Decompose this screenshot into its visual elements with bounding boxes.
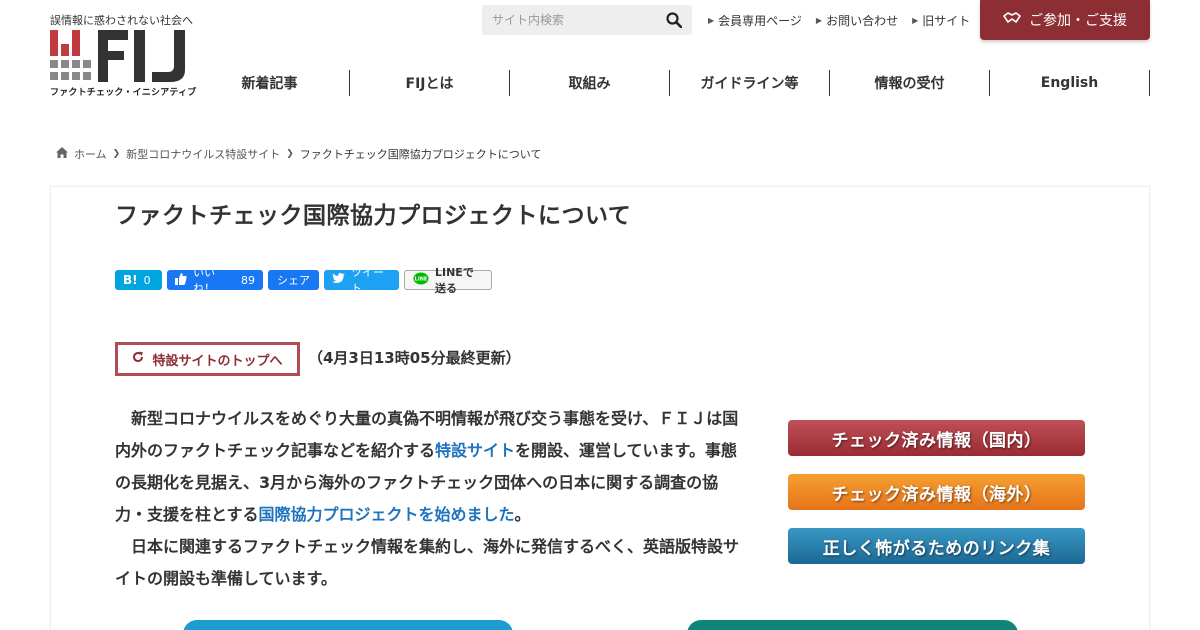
domestic-checked-info-button[interactable]: チェック済み情報（国内） <box>788 420 1085 456</box>
nav-item-about[interactable]: FIJとは <box>350 70 510 96</box>
nav-item-activities[interactable]: 取組み <box>510 70 670 96</box>
link-collection-button[interactable]: 正しく怖がるためのリンク集 <box>788 528 1085 564</box>
page-title: ファクトチェック国際協力プロジェクトについて <box>115 203 632 229</box>
share-buttons: B! 0 いいね！ 89 シェア ツイート LINE LINEで送る <box>115 266 492 295</box>
special-site-link[interactable]: 特設サイト <box>435 441 515 460</box>
search-input[interactable] <box>482 5 657 35</box>
svg-text:LINE: LINE <box>415 276 428 282</box>
join-support-button[interactable]: ご参加・ご支援 <box>980 0 1150 40</box>
tweet-button[interactable]: ツイート <box>324 266 399 295</box>
hatena-bookmark-button[interactable]: B! 0 <box>115 270 162 290</box>
bottom-blue-button[interactable] <box>183 620 513 630</box>
international-project-link[interactable]: 国際協力プロジェクトを始めました <box>259 505 515 524</box>
line-share-button[interactable]: LINE LINEで送る <box>404 266 492 295</box>
nav-item-english[interactable]: English <box>990 70 1150 96</box>
breadcrumb-home[interactable]: ホーム <box>74 146 107 162</box>
chevron-right-icon: ▶ <box>815 16 823 25</box>
chevron-right-icon: ❯ <box>286 149 294 159</box>
article-body: 新型コロナウイルスをめぐり大量の真偽不明情報が飛び交う事態を受け、ＦＩＪは国内外… <box>115 403 745 595</box>
nav-item-news[interactable]: 新着記事 <box>190 70 350 96</box>
chevron-right-icon: ❯ <box>112 149 121 159</box>
contact-link[interactable]: ▶ お問い合わせ <box>816 12 898 29</box>
chevron-right-icon: ▶ <box>708 16 715 25</box>
nav-item-guidelines[interactable]: ガイドライン等 <box>670 70 830 96</box>
site-search <box>482 5 692 35</box>
line-icon: LINE <box>413 272 429 289</box>
breadcrumb-parent[interactable]: 新型コロナウイルス特設サイト <box>126 146 280 162</box>
thumbs-up-icon <box>175 272 187 288</box>
facebook-like-button[interactable]: いいね！ 89 <box>167 266 263 295</box>
overseas-checked-info-button[interactable]: チェック済み情報（海外） <box>788 474 1085 510</box>
search-icon[interactable] <box>666 12 683 29</box>
bottom-teal-button[interactable] <box>687 620 1018 630</box>
facebook-share-button[interactable]: シェア <box>268 270 319 290</box>
home-icon <box>56 147 68 161</box>
main-nav: 新着記事 FIJとは 取組み ガイドライン等 情報の受付 English <box>190 70 1150 96</box>
breadcrumb-current: ファクトチェック国際協力プロジェクトについて <box>299 148 542 161</box>
chevron-right-icon: ▶ <box>912 16 919 25</box>
paragraph: 新型コロナウイルスをめぐり大量の真偽不明情報が飛び交う事態を受け、ＦＩＪは国内外… <box>115 409 739 524</box>
members-link[interactable]: ▶ 会員専用ページ <box>708 12 802 29</box>
old-site-link[interactable]: ▶ 旧サイト <box>912 12 970 29</box>
paragraph: 日本に関連するファクトチェック情報を集約し、海外に発信するべく、英語版特設サイト… <box>115 537 740 588</box>
last-updated: （4月3日13時05分最終更新） <box>308 349 521 367</box>
handshake-icon <box>1003 11 1021 29</box>
nav-item-submit-info[interactable]: 情報の受付 <box>830 70 990 96</box>
refresh-icon <box>132 351 144 367</box>
site-tagline: 誤情報に惑わされない社会へ <box>50 14 193 27</box>
twitter-bird-icon <box>332 273 345 287</box>
special-site-top-button[interactable]: 特設サイトのトップへ <box>115 342 300 376</box>
utility-links: ▶ 会員専用ページ ▶ お問い合わせ ▶ 旧サイト <box>708 12 970 29</box>
hatena-icon: B! <box>123 273 138 287</box>
breadcrumb: ホーム ❯ 新型コロナウイルス特設サイト ❯ ファクトチェック国際協力プロジェク… <box>56 146 541 162</box>
logo-subtitle: ファクトチェック・イニシアティブ <box>50 88 197 98</box>
